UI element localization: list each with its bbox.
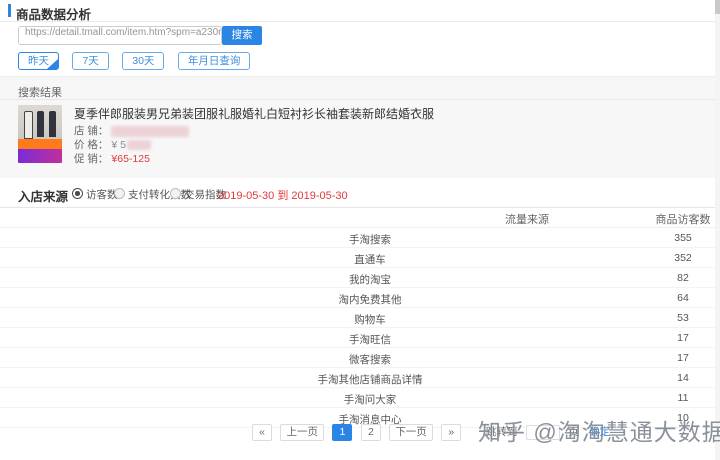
search-results-label: 搜索结果 bbox=[18, 84, 62, 100]
app-window: 商品数据分析 https://detail.tmall.com/item.htm… bbox=[0, 0, 720, 460]
table-row[interactable]: 微客搜索17 bbox=[0, 348, 720, 368]
radio-visitors[interactable]: 访客数 bbox=[72, 187, 118, 202]
pagination-page-1[interactable]: 1 bbox=[332, 424, 352, 441]
entry-source-section: 入店来源 访客数 支付转化指数 交易指数 2019-05-30 到 2019-0… bbox=[0, 178, 720, 208]
filter-custom-date-button[interactable]: 年月日查询 bbox=[178, 52, 251, 70]
shop-name-redacted bbox=[111, 126, 189, 137]
table-header-row: 流量来源 商品访客数 bbox=[0, 207, 720, 228]
jump-confirm-button[interactable]: 确定 bbox=[589, 424, 610, 441]
date-filter-group: 昨天 7天 30天 年月日查询 bbox=[18, 52, 259, 70]
divider bbox=[0, 99, 720, 100]
date-range-text: 2019-05-30 到 2019-05-30 bbox=[218, 187, 348, 203]
pagination: « 上一页 1 2 下一页 » 跳转到 页 确定 bbox=[252, 424, 610, 442]
price-line: 价 格：¥ 5 bbox=[74, 139, 151, 151]
product-thumbnail[interactable] bbox=[18, 105, 62, 163]
promo-label: 促 销： bbox=[74, 153, 108, 165]
page-title: 商品数据分析 bbox=[16, 4, 91, 23]
item-url-input[interactable]: https://detail.tmall.com/item.htm?spm=a2… bbox=[18, 26, 222, 45]
radio-selected-icon bbox=[72, 188, 83, 199]
page-unit-label: 页 bbox=[568, 424, 579, 441]
scrollbar-track[interactable] bbox=[715, 0, 720, 460]
table-row[interactable]: 直通车352 bbox=[0, 248, 720, 268]
price-redacted bbox=[127, 140, 151, 150]
entry-source-title: 入店来源 bbox=[18, 186, 68, 205]
pagination-first-button[interactable]: « bbox=[252, 424, 272, 441]
search-results-section: 搜索结果 夏季伴郎服装男兄弟装团服礼服婚礼白短衬衫长袖套装新郎结婚衣服 店 铺：… bbox=[0, 76, 720, 179]
table-row[interactable]: 淘内免费其他64 bbox=[0, 288, 720, 308]
title-accent-bar bbox=[8, 4, 11, 17]
pagination-page-2[interactable]: 2 bbox=[361, 424, 381, 441]
jump-page-input[interactable] bbox=[526, 425, 560, 440]
scrollbar-thumb[interactable] bbox=[715, 0, 720, 14]
product-title[interactable]: 夏季伴郎服装男兄弟装团服礼服婚礼白短衬衫长袖套装新郎结婚衣服 bbox=[74, 105, 634, 122]
pagination-prev-button[interactable]: 上一页 bbox=[280, 424, 324, 441]
jump-to-label: 跳转到 bbox=[486, 424, 518, 441]
table-row[interactable]: 手淘搜索355 bbox=[0, 228, 720, 248]
filter-30days-button[interactable]: 30天 bbox=[122, 52, 164, 70]
radio-unselected-icon bbox=[170, 188, 181, 199]
pagination-next-button[interactable]: 下一页 bbox=[389, 424, 433, 441]
price-label: 价 格： bbox=[74, 139, 108, 151]
price-value: ¥ 5 bbox=[111, 139, 126, 151]
radio-unselected-icon bbox=[114, 188, 125, 199]
page-header: 商品数据分析 bbox=[0, 0, 720, 22]
column-header-source: 流量来源 bbox=[505, 211, 549, 227]
pagination-last-button[interactable]: » bbox=[441, 424, 461, 441]
column-header-visitors: 商品访客数 bbox=[652, 211, 714, 227]
table-row[interactable]: 手淘其他店铺商品详情14 bbox=[0, 368, 720, 388]
table-row[interactable]: 购物车53 bbox=[0, 308, 720, 328]
shop-line: 店 铺： bbox=[74, 125, 189, 137]
table-row[interactable]: 手淘旺信17 bbox=[0, 328, 720, 348]
table-row[interactable]: 我的淘宝82 bbox=[0, 268, 720, 288]
table-row[interactable]: 手淘问大家11 bbox=[0, 388, 720, 408]
filter-yesterday-button[interactable]: 昨天 bbox=[18, 52, 59, 70]
search-button[interactable]: 搜索 bbox=[222, 26, 262, 45]
filter-7days-button[interactable]: 7天 bbox=[72, 52, 108, 70]
promo-line: 促 销：¥65-125 bbox=[74, 153, 150, 165]
traffic-source-table: 流量来源 商品访客数 手淘搜索355 直通车352 我的淘宝82 淘内免费其他6… bbox=[0, 207, 720, 428]
promo-value: ¥65-125 bbox=[111, 153, 150, 165]
shop-label: 店 铺： bbox=[74, 125, 108, 137]
